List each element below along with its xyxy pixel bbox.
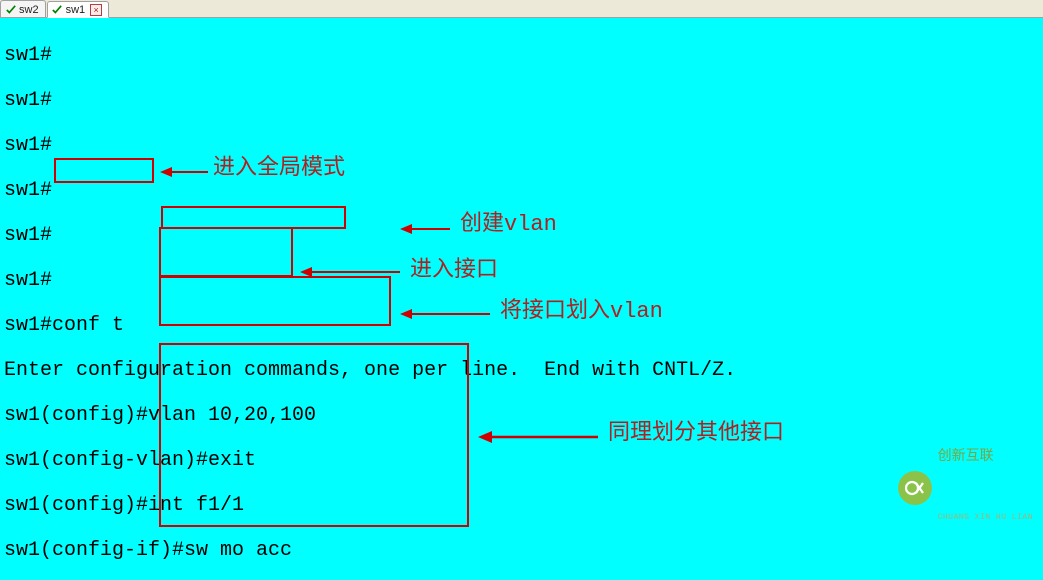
terminal-line: Enter configuration commands, one per li… <box>4 360 1039 383</box>
arrow-icon <box>160 166 208 178</box>
annotation-enter-global: 进入全局模式 <box>213 158 345 181</box>
terminal-line: sw1(config)#int f1/1 <box>4 495 1039 518</box>
terminal-line: sw1(config)#vlan 10,20,100 <box>4 405 1039 428</box>
tab-label: sw2 <box>19 4 39 16</box>
terminal-line: sw1# <box>4 180 1039 203</box>
terminal-line: sw1# <box>4 135 1039 158</box>
tab-sw1[interactable]: sw1 × <box>47 1 110 18</box>
tab-bar: sw2 sw1 × <box>0 0 1043 18</box>
terminal-line: sw1#conf t <box>4 315 1039 338</box>
terminal-line: sw1# <box>4 45 1039 68</box>
annotation-other-interfaces: 同理划分其他接口 <box>608 423 784 446</box>
tab-sw2[interactable]: sw2 <box>0 0 46 17</box>
arrow-icon <box>478 430 598 444</box>
check-icon <box>5 4 16 15</box>
terminal-line: sw1(config-vlan)#exit <box>4 450 1039 473</box>
check-icon <box>52 5 63 16</box>
tab-label: sw1 <box>66 4 86 16</box>
terminal-line: sw1# <box>4 90 1039 113</box>
close-icon[interactable]: × <box>90 4 102 16</box>
terminal-line: sw1# <box>4 270 1039 293</box>
terminal-line: sw1(config-if)#sw mo acc <box>4 540 1039 563</box>
terminal-line: sw1# <box>4 225 1039 248</box>
terminal[interactable]: sw1# sw1# sw1# sw1# sw1# sw1# sw1#conf t… <box>0 18 1043 580</box>
